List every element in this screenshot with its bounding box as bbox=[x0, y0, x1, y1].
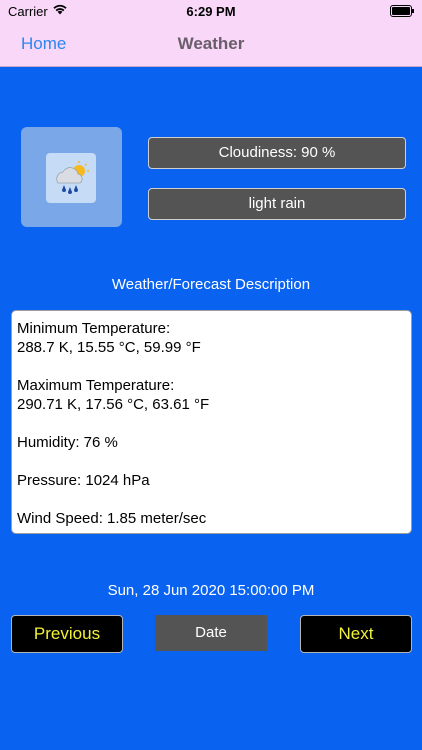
max-temp-label: Maximum Temperature: bbox=[17, 377, 175, 394]
pressure-text: Pressure: 1024 hPa bbox=[17, 472, 150, 489]
weather-icon-frame bbox=[21, 127, 122, 227]
max-temp-value: 290.71 K, 17.56 °C, 63.61 °F bbox=[17, 396, 210, 413]
min-temp-label: Minimum Temperature: bbox=[17, 320, 171, 337]
previous-button[interactable]: Previous bbox=[11, 615, 123, 653]
clock: 6:29 PM bbox=[186, 4, 236, 19]
forecast-timestamp: Sun, 28 Jun 2020 15:00:00 PM bbox=[107, 582, 315, 599]
next-button[interactable]: Next bbox=[300, 615, 412, 653]
wind-speed-text: Wind Speed: 1.85 meter/sec bbox=[17, 510, 207, 527]
cloudiness-badge: Cloudiness: 90 % bbox=[148, 137, 406, 169]
weather-icon-tile bbox=[46, 153, 96, 203]
forecast-details-textview[interactable]: Minimum Temperature: 288.7 K, 15.55 °C, … bbox=[11, 310, 412, 534]
light-rain-sun-icon bbox=[56, 161, 89, 194]
status-bar: Carrier 6:29 PM bbox=[0, 0, 422, 22]
navigation-bar: Carrier 6:29 PM Home Weather bbox=[0, 0, 422, 67]
page-title: Weather bbox=[177, 34, 245, 53]
section-label: Weather/Forecast Description bbox=[111, 276, 311, 293]
condition-badge: light rain bbox=[148, 188, 406, 220]
battery-icon bbox=[390, 5, 414, 17]
min-temp-value: 288.7 K, 15.55 °C, 59.99 °F bbox=[17, 339, 201, 356]
humidity-text: Humidity: 76 % bbox=[17, 434, 118, 451]
date-button[interactable]: Date bbox=[155, 615, 267, 651]
